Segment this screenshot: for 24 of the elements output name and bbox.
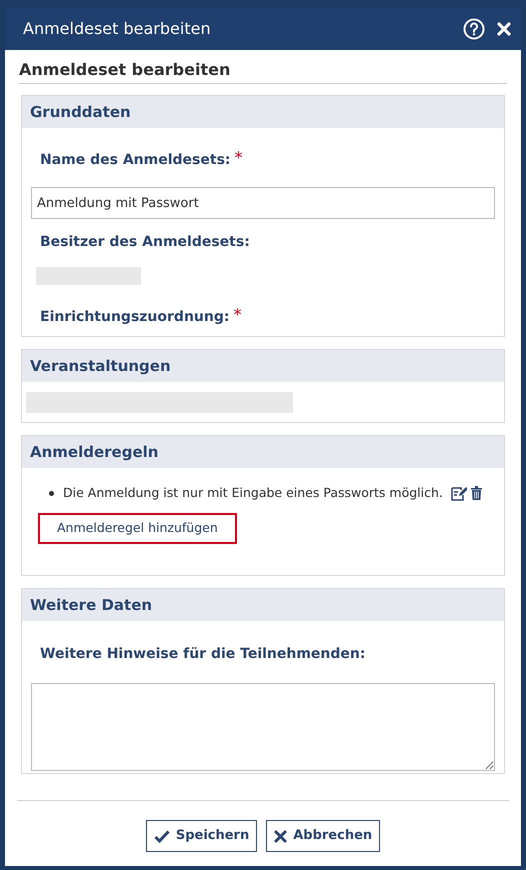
- field-label: Einrichtungszuordnung:: [40, 308, 230, 327]
- required-asterisk: *: [233, 307, 242, 323]
- section-title: Grunddaten: [30, 102, 131, 123]
- section-title: Weitere Daten: [30, 594, 152, 616]
- edit-icon[interactable]: [451, 486, 467, 501]
- save-button[interactable]: Speichern: [146, 820, 258, 852]
- name-input-field[interactable]: Anmeldung mit Passwort: [31, 187, 495, 219]
- trash-icon[interactable]: [471, 486, 482, 500]
- window-title: Anmeldeset bearbeiten: [23, 18, 212, 40]
- required-asterisk: *: [234, 150, 242, 166]
- field-label: Weitere Hinweise für die Teilnehmenden:: [40, 646, 366, 662]
- section-title: Veranstaltungen: [30, 356, 171, 377]
- form-heading: Anmeldeset bearbeiten: [19, 60, 230, 79]
- close-icon: [274, 830, 288, 842]
- bullet-icon: [49, 490, 54, 496]
- rule-text: Die Anmeldung ist nur mit Eingabe eines Passworts möglich.: [63, 484, 444, 502]
- cancel-button[interactable]: Abbrechen: [266, 820, 380, 852]
- field-label: Name des Anmeldesets:: [40, 151, 230, 170]
- field-label: Besitzer des Anmeldesets:: [40, 234, 250, 250]
- checkmark-icon: [154, 830, 170, 842]
- add-rule-link[interactable]: Anmelderegel hinzufügen: [38, 512, 237, 544]
- close-icon[interactable]: [497, 22, 511, 36]
- section-title: Anmelderegeln: [30, 442, 158, 463]
- help-icon[interactable]: [463, 18, 485, 40]
